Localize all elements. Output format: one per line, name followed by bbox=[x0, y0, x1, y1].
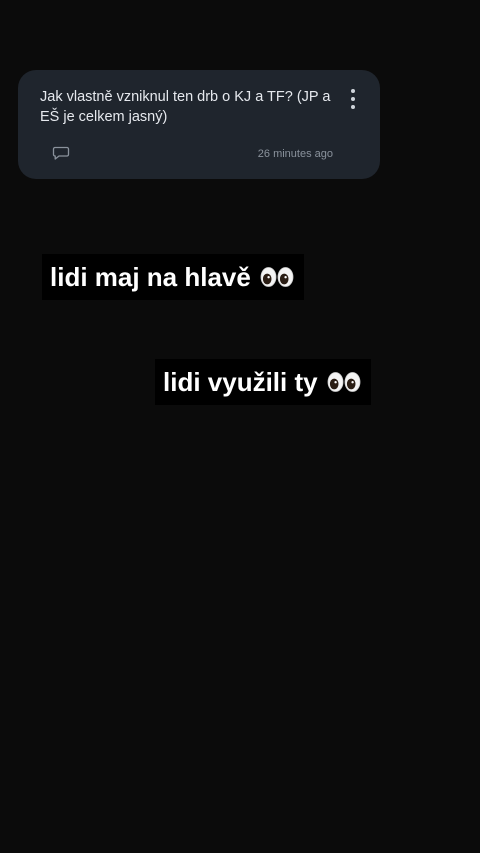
eyes-emoji-icon bbox=[327, 371, 361, 393]
text-sticker[interactable]: lidi maj na hlavě bbox=[42, 254, 304, 300]
text-sticker[interactable]: lidi využili ty bbox=[155, 359, 371, 405]
comment-bubble-icon[interactable] bbox=[52, 145, 70, 161]
more-vertical-icon[interactable] bbox=[349, 89, 357, 109]
story-canvas: Jak vlastně vzniknul ten drb o KJ a TF? … bbox=[0, 0, 480, 853]
timestamp: 26 minutes ago bbox=[257, 148, 333, 160]
eyes-emoji-icon bbox=[260, 266, 294, 288]
question-text: Jak vlastně vzniknul ten drb o KJ a TF? … bbox=[40, 89, 331, 125]
question-card[interactable]: Jak vlastně vzniknul ten drb o KJ a TF? … bbox=[18, 70, 380, 179]
sticker-text: lidi využili ty bbox=[163, 367, 318, 397]
sticker-text: lidi maj na hlavě bbox=[50, 262, 251, 292]
